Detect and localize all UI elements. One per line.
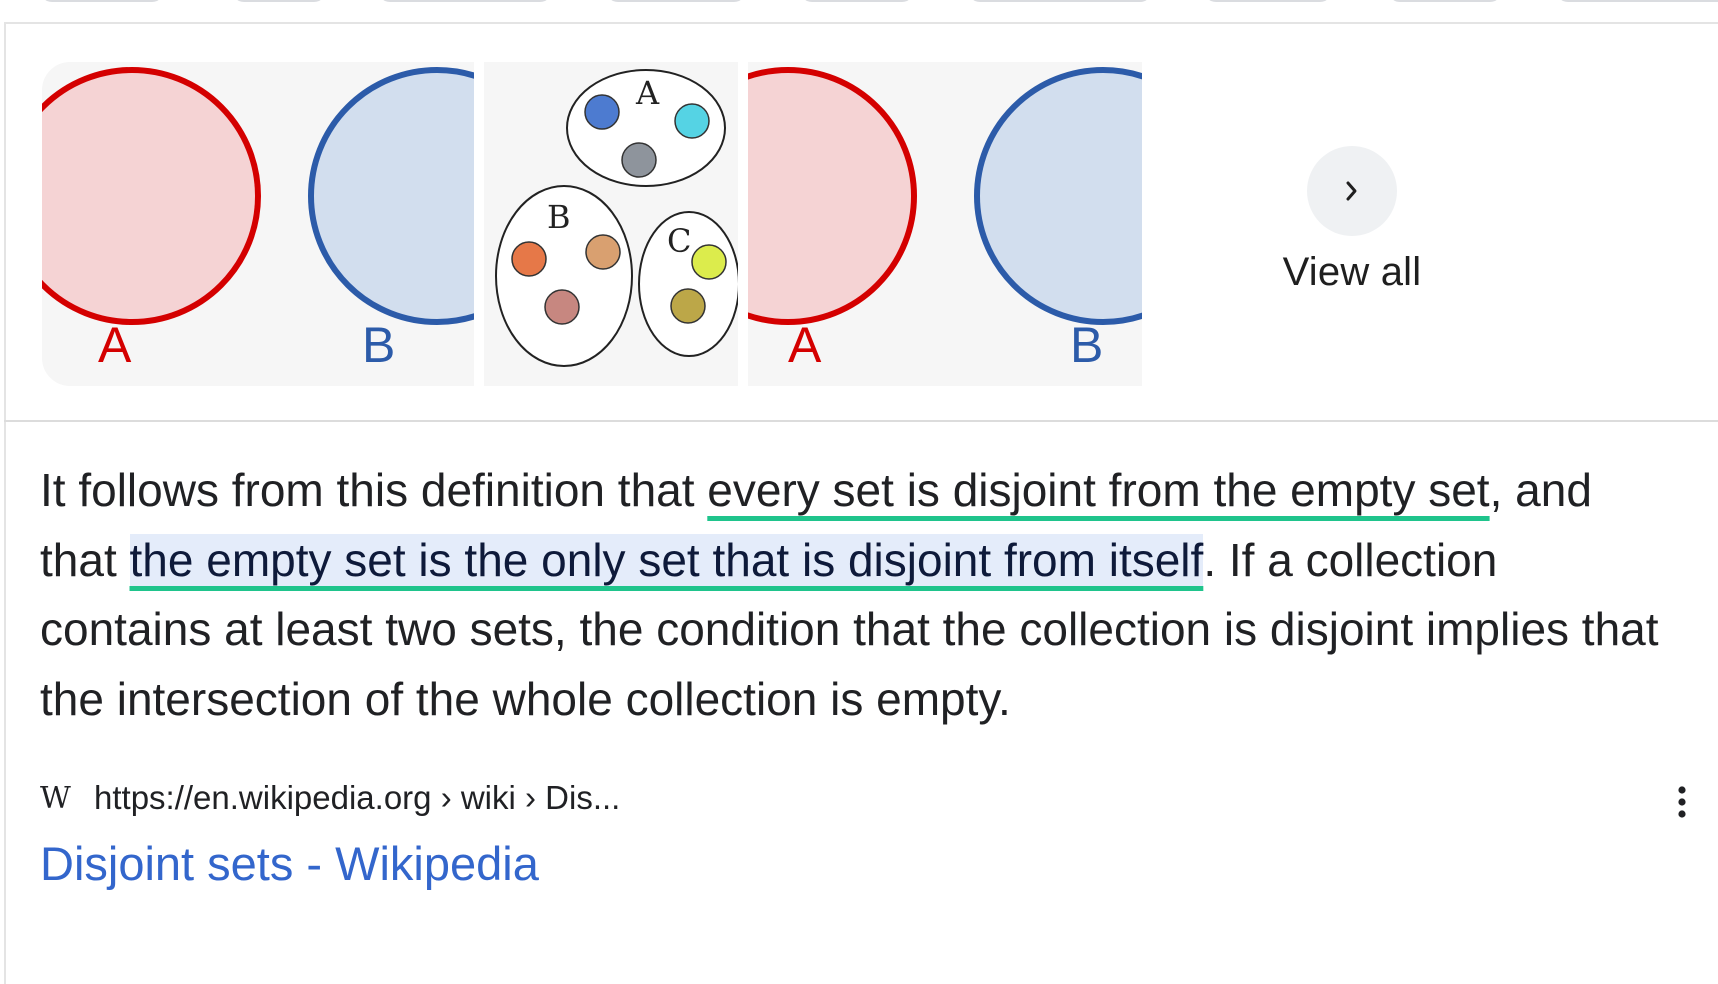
- set-a-label: A: [788, 317, 822, 373]
- filter-chip[interactable]: [232, 0, 326, 2]
- three-sets-diagram: A B C: [495, 69, 738, 367]
- filter-chip[interactable]: [1204, 0, 1332, 2]
- image-gallery: A B A B C A B: [42, 62, 1202, 386]
- view-all-label: View all: [1282, 250, 1422, 294]
- more-options-icon[interactable]: [1670, 782, 1694, 822]
- set-c-label: C: [667, 222, 691, 260]
- filter-chip[interactable]: [1556, 0, 1718, 2]
- filter-chips-strip: [0, 0, 1718, 24]
- set-a-label: A: [98, 317, 132, 373]
- element-dot: [584, 94, 620, 130]
- element-dot: [691, 244, 727, 280]
- result-url[interactable]: https://en.wikipedia.org › wiki › Dis...: [94, 779, 620, 817]
- set-b-label: B: [547, 198, 571, 236]
- element-dot: [674, 103, 710, 139]
- result-source[interactable]: W https://en.wikipedia.org › wiki › Dis.…: [40, 776, 620, 820]
- view-all-arrow[interactable]: [1307, 146, 1397, 236]
- disjoint-sets-diagram: A B: [748, 67, 1142, 373]
- element-dot: [511, 241, 547, 277]
- filter-chip[interactable]: [606, 0, 746, 2]
- set-a-circle: [748, 67, 917, 325]
- snippet-highlighted-text: the empty set is the only set that is di…: [129, 533, 1204, 586]
- gallery-image-disjoint-sets[interactable]: A B: [42, 62, 474, 386]
- set-b-circle: [308, 67, 474, 325]
- set-a-label: A: [635, 74, 660, 112]
- gallery-image-three-sets[interactable]: A B C: [484, 62, 738, 386]
- section-divider: [4, 420, 1718, 422]
- element-dot: [670, 288, 706, 324]
- result-title-link[interactable]: Disjoint sets - Wikipedia: [40, 836, 539, 891]
- snippet-text: It follows from this definition that: [40, 464, 708, 516]
- wikipedia-favicon-icon: W: [40, 780, 71, 816]
- filter-chip[interactable]: [378, 0, 552, 2]
- element-dot: [585, 234, 621, 270]
- filter-chip[interactable]: [1388, 0, 1502, 2]
- gallery-image-disjoint-sets-2[interactable]: A B: [748, 62, 1142, 386]
- featured-snippet-text: It follows from this definition that eve…: [40, 456, 1680, 734]
- disjoint-sets-diagram: A B: [42, 67, 474, 373]
- set-b-label: B: [1070, 317, 1103, 373]
- element-dot: [544, 289, 580, 325]
- set-b-circle: [974, 67, 1142, 325]
- set-a-circle: [42, 67, 261, 325]
- view-all-button[interactable]: View all: [1262, 146, 1442, 295]
- filter-chip[interactable]: [968, 0, 1152, 2]
- element-dot: [621, 142, 657, 178]
- filter-chip[interactable]: [800, 0, 914, 2]
- snippet-underlined-text: every set is disjoint from the empty set: [707, 464, 1490, 516]
- filter-chip[interactable]: [40, 0, 164, 2]
- set-b-label: B: [362, 317, 395, 373]
- chevron-right-icon: [1346, 181, 1357, 201]
